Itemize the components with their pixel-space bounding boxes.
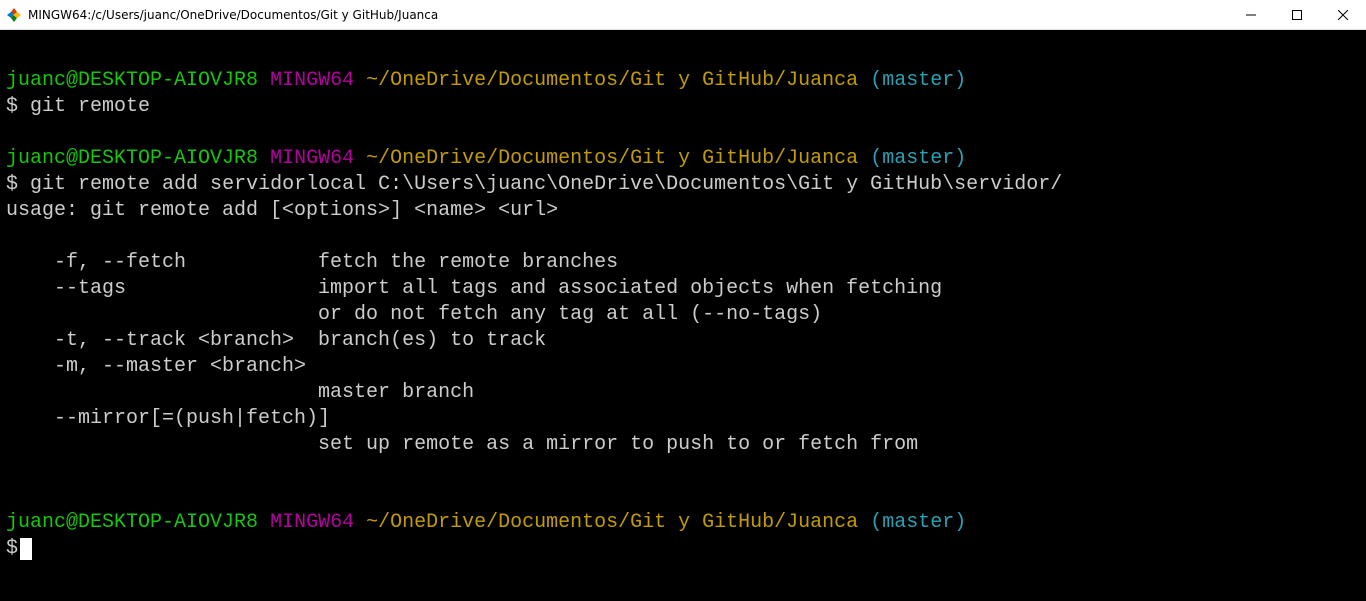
prompt-env: MINGW64 — [270, 69, 354, 92]
output-line: --mirror[=(push|fetch)] — [6, 407, 330, 430]
prompt-symbol: $ — [6, 173, 18, 196]
output-line: -m, --master <branch> — [6, 355, 306, 378]
command-line: git remote add servidorlocal C:\Users\ju… — [30, 173, 1062, 196]
prompt-path: ~/OneDrive/Documentos/Git y GitHub/Juanc… — [366, 69, 858, 92]
output-line: -t, --track <branch> branch(es) to track — [6, 329, 546, 352]
titlebar: MINGW64:/c/Users/juanc/OneDrive/Document… — [0, 0, 1366, 30]
cursor — [20, 538, 32, 560]
window-title: MINGW64:/c/Users/juanc/OneDrive/Document… — [28, 8, 438, 22]
prompt-env: MINGW64 — [270, 511, 354, 534]
close-button[interactable] — [1320, 0, 1366, 29]
app-icon — [6, 7, 22, 23]
output-line: usage: git remote add [<options>] <name>… — [6, 199, 558, 222]
command-line: git remote — [30, 95, 150, 118]
prompt-symbol: $ — [6, 537, 18, 560]
window-controls — [1228, 0, 1366, 29]
output-line: set up remote as a mirror to push to or … — [6, 433, 918, 456]
prompt-branch: (master) — [870, 69, 966, 92]
prompt-branch: (master) — [870, 511, 966, 534]
maximize-button[interactable] — [1274, 0, 1320, 29]
prompt-symbol: $ — [6, 95, 18, 118]
prompt-env: MINGW64 — [270, 147, 354, 170]
prompt-user-host: juanc@DESKTOP-AIOVJR8 — [6, 147, 258, 170]
terminal-block-1: juanc@DESKTOP-AIOVJR8 MINGW64 ~/OneDrive… — [6, 68, 1360, 562]
prompt-path: ~/OneDrive/Documentos/Git y GitHub/Juanc… — [366, 511, 858, 534]
minimize-button[interactable] — [1228, 0, 1274, 29]
output-line: or do not fetch any tag at all (--no-tag… — [6, 303, 822, 326]
prompt-path: ~/OneDrive/Documentos/Git y GitHub/Juanc… — [366, 147, 858, 170]
output-line: --tags import all tags and associated ob… — [6, 277, 942, 300]
prompt-branch: (master) — [870, 147, 966, 170]
prompt-user-host: juanc@DESKTOP-AIOVJR8 — [6, 69, 258, 92]
output-line: master branch — [6, 381, 474, 404]
output-line: -f, --fetch fetch the remote branches — [6, 251, 618, 274]
terminal-area[interactable]: juanc@DESKTOP-AIOVJR8 MINGW64 ~/OneDrive… — [0, 30, 1366, 601]
prompt-user-host: juanc@DESKTOP-AIOVJR8 — [6, 511, 258, 534]
